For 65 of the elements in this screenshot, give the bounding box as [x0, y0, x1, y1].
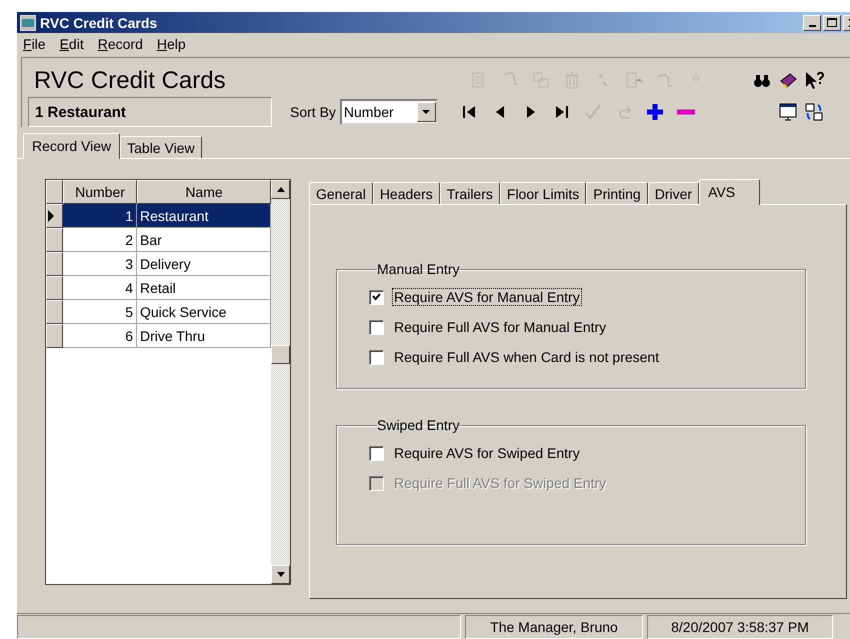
checkbox[interactable] [369, 320, 384, 334]
table-cell[interactable]: Retail [137, 276, 271, 300]
table-cell[interactable]: Restaurant [137, 204, 271, 228]
detail-tab[interactable]: Trailers [440, 182, 500, 204]
refresh-icon[interactable] [803, 101, 825, 123]
current-row-icon [47, 210, 55, 222]
table-cell[interactable]: 1 [63, 204, 137, 228]
maximize-button[interactable] [823, 14, 841, 30]
scroll-thumb[interactable] [271, 345, 290, 364]
table-cell[interactable]: 4 [63, 276, 137, 300]
checkbox[interactable] [369, 290, 384, 304]
row-selector[interactable] [46, 300, 63, 324]
table-cell[interactable]: Quick Service [137, 300, 271, 324]
group-title: Swiped Entry [377, 417, 460, 433]
row-selector[interactable] [46, 324, 63, 348]
table-cell[interactable]: 6 [63, 324, 137, 348]
menu-item[interactable]: Edit [60, 36, 84, 52]
view-tab[interactable]: Table View [120, 136, 202, 158]
row-selector[interactable] [46, 276, 63, 300]
window-title: RVC Credit Cards [40, 14, 158, 30]
vertical-scrollbar[interactable] [271, 180, 290, 584]
sort-by-dropdown[interactable]: Number [340, 99, 438, 125]
detail-tab[interactable]: Driver [648, 182, 700, 204]
table-cell[interactable]: Bar [137, 228, 271, 252]
row-selector[interactable] [46, 228, 63, 252]
group-title: Manual Entry [377, 261, 460, 277]
checkbox-label[interactable]: Require Full AVS for Manual Entry [393, 319, 608, 335]
window-icon[interactable] [777, 101, 799, 123]
checkbox-label[interactable]: Require AVS for Swiped Entry [393, 445, 581, 461]
table-cell[interactable]: 3 [63, 252, 137, 276]
detail-tab[interactable]: General [309, 182, 373, 204]
column-header[interactable]: Number [63, 180, 137, 204]
row-selector[interactable] [46, 252, 63, 276]
down-arrow-icon [276, 572, 284, 577]
view-tab[interactable]: Record View [23, 133, 120, 159]
detail-tab[interactable]: Printing [586, 182, 648, 204]
checkbox[interactable] [369, 446, 384, 460]
sort-by-label: Sort By [290, 104, 336, 120]
table-cell[interactable]: Drive Thru [137, 324, 271, 348]
app-icon [20, 14, 36, 30]
minimize-button[interactable] [803, 14, 821, 30]
checkbox-label[interactable]: Require Full AVS when Card is not present [393, 349, 660, 365]
scroll-down-button[interactable] [271, 565, 290, 584]
status-text: 8/20/2007 3:58:37 PM [647, 615, 833, 639]
detail-tab[interactable]: AVS [699, 179, 760, 205]
checkbox[interactable] [369, 350, 384, 364]
scroll-up-button[interactable] [271, 180, 290, 199]
form-title: RVC Credit Cards [33, 66, 227, 95]
minimize-icon [808, 24, 816, 26]
table-cell[interactable]: 5 [63, 300, 137, 324]
up-arrow-icon [276, 187, 284, 192]
detail-tab[interactable]: Headers [372, 182, 440, 204]
status-text: The Manager, Bruno [465, 615, 643, 639]
column-header[interactable]: Name [137, 180, 271, 204]
menu-item[interactable]: Help [156, 36, 186, 52]
maximize-icon [827, 18, 837, 27]
table-cell[interactable]: Delivery [137, 252, 271, 276]
check-icon [372, 293, 381, 301]
checkbox-label[interactable]: Require AVS for Manual Entry [393, 289, 581, 305]
menu-item[interactable]: File [23, 36, 46, 52]
menu-item[interactable]: Record [98, 36, 143, 52]
detail-tab[interactable]: Floor Limits [500, 182, 586, 204]
row-selector[interactable] [46, 204, 63, 228]
current-record-field: 1 Restaurant [28, 97, 272, 127]
table-cell[interactable]: 2 [63, 228, 137, 252]
